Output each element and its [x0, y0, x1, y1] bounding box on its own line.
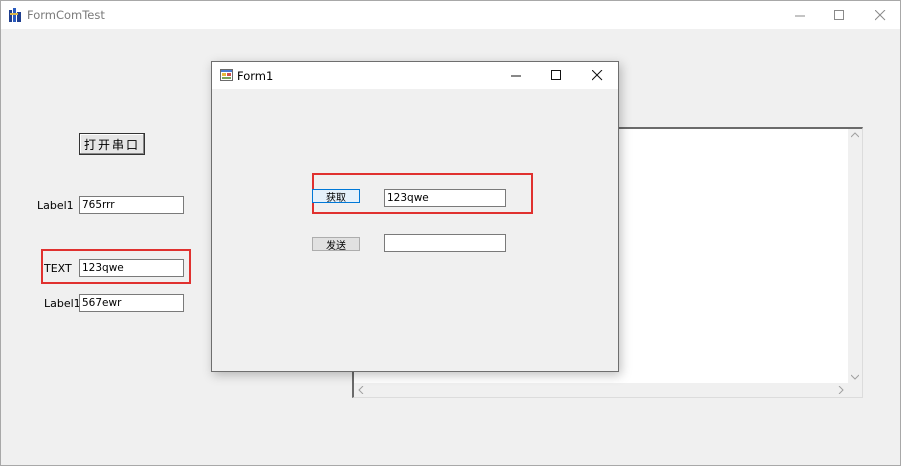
- text-label: TEXT: [44, 262, 72, 275]
- form1-minimize-button[interactable]: [496, 62, 536, 89]
- scroll-corner: [848, 383, 862, 397]
- maximize-icon: [833, 9, 844, 20]
- close-icon: [591, 70, 602, 81]
- form1-maximize-button[interactable]: [536, 62, 576, 89]
- main-titlebar[interactable]: FormComTest: [1, 1, 900, 29]
- scroll-left-icon[interactable]: [358, 385, 364, 397]
- scroll-down-icon[interactable]: [850, 373, 860, 383]
- form1-titlebar[interactable]: Form1: [212, 62, 618, 89]
- horizontal-scrollbar[interactable]: [354, 383, 848, 397]
- get-button[interactable]: 获取: [312, 189, 360, 204]
- scroll-right-icon[interactable]: [838, 385, 844, 397]
- label1-top: Label1: [37, 199, 74, 212]
- form1-close-button[interactable]: [577, 62, 617, 89]
- main-window: FormComTest 打开串口 Label1 765rrr TEXT 123q…: [0, 0, 901, 466]
- close-icon: [874, 9, 885, 20]
- get-textbox[interactable]: 123qwe: [384, 189, 506, 207]
- app-icon: [8, 7, 23, 23]
- form1-app-icon: [220, 69, 233, 81]
- minimize-button[interactable]: [778, 1, 822, 29]
- label1-top-textbox[interactable]: 765rrr: [79, 196, 184, 214]
- form1-title: Form1: [237, 69, 274, 83]
- minimize-icon: [510, 75, 521, 77]
- label1-bottom-textbox[interactable]: 567ewr: [79, 294, 184, 312]
- window-title: FormComTest: [27, 8, 105, 22]
- maximize-icon: [550, 70, 561, 80]
- close-button[interactable]: [858, 1, 901, 29]
- maximize-button[interactable]: [817, 1, 861, 29]
- scroll-up-icon[interactable]: [850, 131, 860, 141]
- form1-window: Form1 获取 123qwe 发送: [211, 61, 619, 372]
- open-port-button[interactable]: 打开串口: [79, 133, 145, 155]
- send-textbox[interactable]: [384, 234, 506, 252]
- text-textbox[interactable]: 123qwe: [79, 259, 184, 277]
- label1-bottom: Label1: [44, 297, 81, 310]
- send-button[interactable]: 发送: [312, 237, 360, 252]
- minimize-icon: [794, 15, 805, 16]
- vertical-scrollbar[interactable]: [848, 129, 862, 384]
